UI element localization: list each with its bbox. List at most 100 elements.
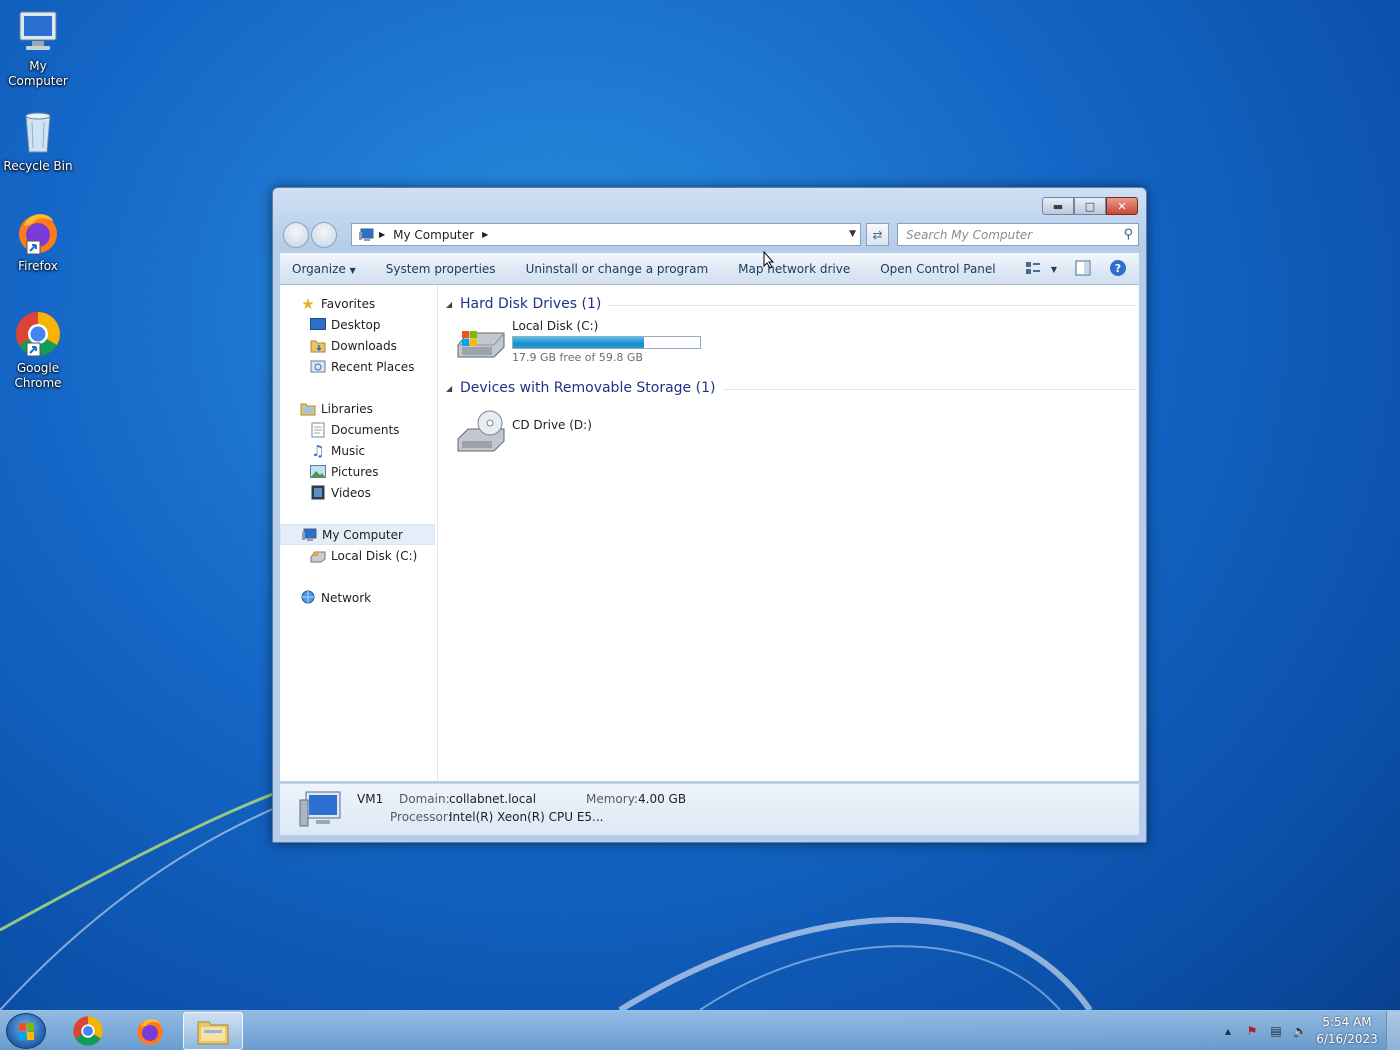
map-network-drive-button[interactable]: Map network drive (738, 262, 850, 276)
view-icon (1025, 261, 1041, 278)
desktop-icon-label: My (29, 59, 47, 73)
drive-name: CD Drive (D:) (512, 418, 592, 432)
desktop-icon-firefox[interactable]: Firefox (0, 208, 76, 274)
preview-pane-button[interactable] (1075, 260, 1091, 279)
downloads-folder-icon (310, 338, 326, 354)
caption-buttons: ▬ □ ✕ (1042, 197, 1138, 215)
videos-icon (310, 485, 326, 501)
drive-cd[interactable]: CD Drive (D:) (456, 401, 1139, 459)
group-divider (609, 304, 1135, 306)
nav-network[interactable]: Network (280, 587, 437, 608)
nav-label: Favorites (321, 296, 376, 311)
network-status-icon[interactable]: ▤ (1264, 1024, 1288, 1038)
address-bar[interactable]: ▶ My Computer ▶ ▼ (351, 223, 861, 246)
close-button[interactable]: ✕ (1106, 197, 1138, 215)
collapse-triangle-icon[interactable]: ◢ (446, 384, 460, 393)
uninstall-program-button[interactable]: Uninstall or change a program (526, 262, 709, 276)
taskbar-firefox-button[interactable] (120, 1012, 180, 1050)
minimize-icon: ▬ (1052, 199, 1064, 213)
search-input[interactable]: Search My Computer ⚲ (897, 223, 1139, 246)
open-control-panel-button[interactable]: Open Control Panel (880, 262, 995, 276)
drive-free-space: 17.9 GB free of 59.8 GB (512, 351, 643, 364)
collapse-triangle-icon[interactable]: ◢ (446, 300, 460, 309)
computer-icon (358, 227, 374, 243)
back-button[interactable] (283, 222, 309, 248)
nav-label: Downloads (331, 338, 397, 353)
group-header-hard-disks[interactable]: ◢ Hard Disk Drives (1) (446, 293, 1139, 315)
drive-local-disk[interactable]: Local Disk (C:) 17.9 GB free of 59.8 GB (456, 317, 1139, 375)
show-hidden-icons-button[interactable]: ▴ (1216, 1024, 1240, 1038)
taskbar-explorer-button[interactable] (183, 1012, 243, 1050)
desktop-icon-recycle-bin[interactable]: Recycle Bin (0, 108, 76, 174)
drive-name: Local Disk (C:) (512, 319, 599, 333)
change-view-button[interactable]: ▼ (1025, 261, 1057, 278)
star-icon: ★ (301, 294, 315, 313)
start-button[interactable] (6, 1013, 46, 1049)
memory-value: 4.00 GB (638, 792, 687, 806)
nav-libraries[interactable]: Libraries (280, 398, 437, 419)
computer-icon (298, 790, 344, 833)
firefox-icon (137, 1019, 163, 1045)
nav-music[interactable]: ♫ Music (280, 440, 437, 461)
refresh-button[interactable]: ⇄ (866, 223, 889, 246)
explorer-window[interactable]: ▬ □ ✕ ▶ My Computer ▶ ▼ ⇄ Search My Comp… (272, 187, 1147, 843)
firefox-icon (14, 208, 62, 256)
navigation-pane: ★ Favorites Desktop Downloads Recent Pla… (280, 285, 438, 781)
breadcrumb-chevron-icon[interactable]: ▶ (482, 230, 488, 239)
desktop-icon-my-computer[interactable]: My Computer (0, 8, 76, 89)
group-title: Hard Disk Drives (1) (460, 296, 602, 312)
command-bar: Organize ▼ System properties Uninstall o… (280, 253, 1139, 285)
computer-icon (301, 527, 317, 543)
recent-places-icon (310, 359, 326, 375)
desktop-icon-label: Google (16, 361, 60, 375)
nav-downloads[interactable]: Downloads (280, 335, 437, 356)
nav-my-computer[interactable]: My Computer (280, 524, 435, 545)
chrome-icon (14, 310, 62, 358)
drive-usage-fill (513, 337, 644, 348)
nav-label: Desktop (331, 317, 381, 332)
recycle-bin-icon (14, 108, 62, 156)
search-icon[interactable]: ⚲ (1123, 227, 1133, 242)
nav-local-disk[interactable]: Local Disk (C:) (280, 545, 437, 566)
preview-pane-icon (1075, 260, 1091, 276)
taskbar: ▴ ⚑ ▤ 🔈 5:54 AM 6/16/2023 (0, 1010, 1400, 1050)
drive-usage-bar (512, 336, 701, 349)
help-icon: ? (1110, 260, 1126, 276)
documents-icon (310, 422, 326, 438)
breadcrumb-chevron-icon[interactable]: ▶ (379, 230, 385, 239)
forward-button[interactable] (311, 222, 337, 248)
desktop-icon-label: Chrome (14, 376, 62, 390)
maximize-button[interactable]: □ (1074, 197, 1106, 215)
group-header-removable[interactable]: ◢ Devices with Removable Storage (1) (446, 377, 1139, 399)
taskbar-chrome-button[interactable] (58, 1012, 118, 1050)
action-center-icon[interactable]: ⚑ (1240, 1024, 1264, 1038)
desktop-icon-chrome[interactable]: Google Chrome (0, 310, 76, 391)
svg-text:?: ? (1115, 262, 1121, 275)
system-tray: ▴ ⚑ ▤ 🔈 5:54 AM 6/16/2023 (1216, 1011, 1400, 1050)
nav-documents[interactable]: Documents (280, 419, 437, 440)
nav-label: Local Disk (C:) (331, 548, 418, 563)
nav-recent-places[interactable]: Recent Places (280, 356, 437, 377)
help-button[interactable]: ? (1109, 259, 1127, 280)
maximize-icon: □ (1084, 199, 1096, 213)
system-properties-button[interactable]: System properties (386, 262, 496, 276)
refresh-icon: ⇄ (872, 227, 883, 242)
nav-videos[interactable]: Videos (280, 482, 437, 503)
nav-favorites[interactable]: ★ Favorites (280, 293, 437, 314)
show-desktop-button[interactable] (1386, 1011, 1400, 1050)
minimize-button[interactable]: ▬ (1042, 197, 1074, 215)
hard-drive-icon (456, 321, 506, 367)
nav-label: Network (321, 590, 372, 605)
domain-label: Domain: (399, 792, 450, 806)
organize-button[interactable]: Organize ▼ (292, 262, 356, 276)
chevron-down-icon: ▼ (349, 265, 356, 275)
nav-desktop[interactable]: Desktop (280, 314, 437, 335)
domain-value: collabnet.local (449, 792, 537, 806)
nav-pictures[interactable]: Pictures (280, 461, 437, 482)
nav-label: My Computer (322, 527, 403, 542)
address-dropdown-icon[interactable]: ▼ (849, 229, 856, 239)
volume-muted-icon[interactable]: 🔈 (1288, 1024, 1312, 1038)
clock[interactable]: 5:54 AM 6/16/2023 (1312, 1014, 1382, 1048)
breadcrumb-my-computer[interactable]: My Computer (393, 228, 474, 242)
processor-value: Intel(R) Xeon(R) CPU E5... (449, 810, 604, 824)
